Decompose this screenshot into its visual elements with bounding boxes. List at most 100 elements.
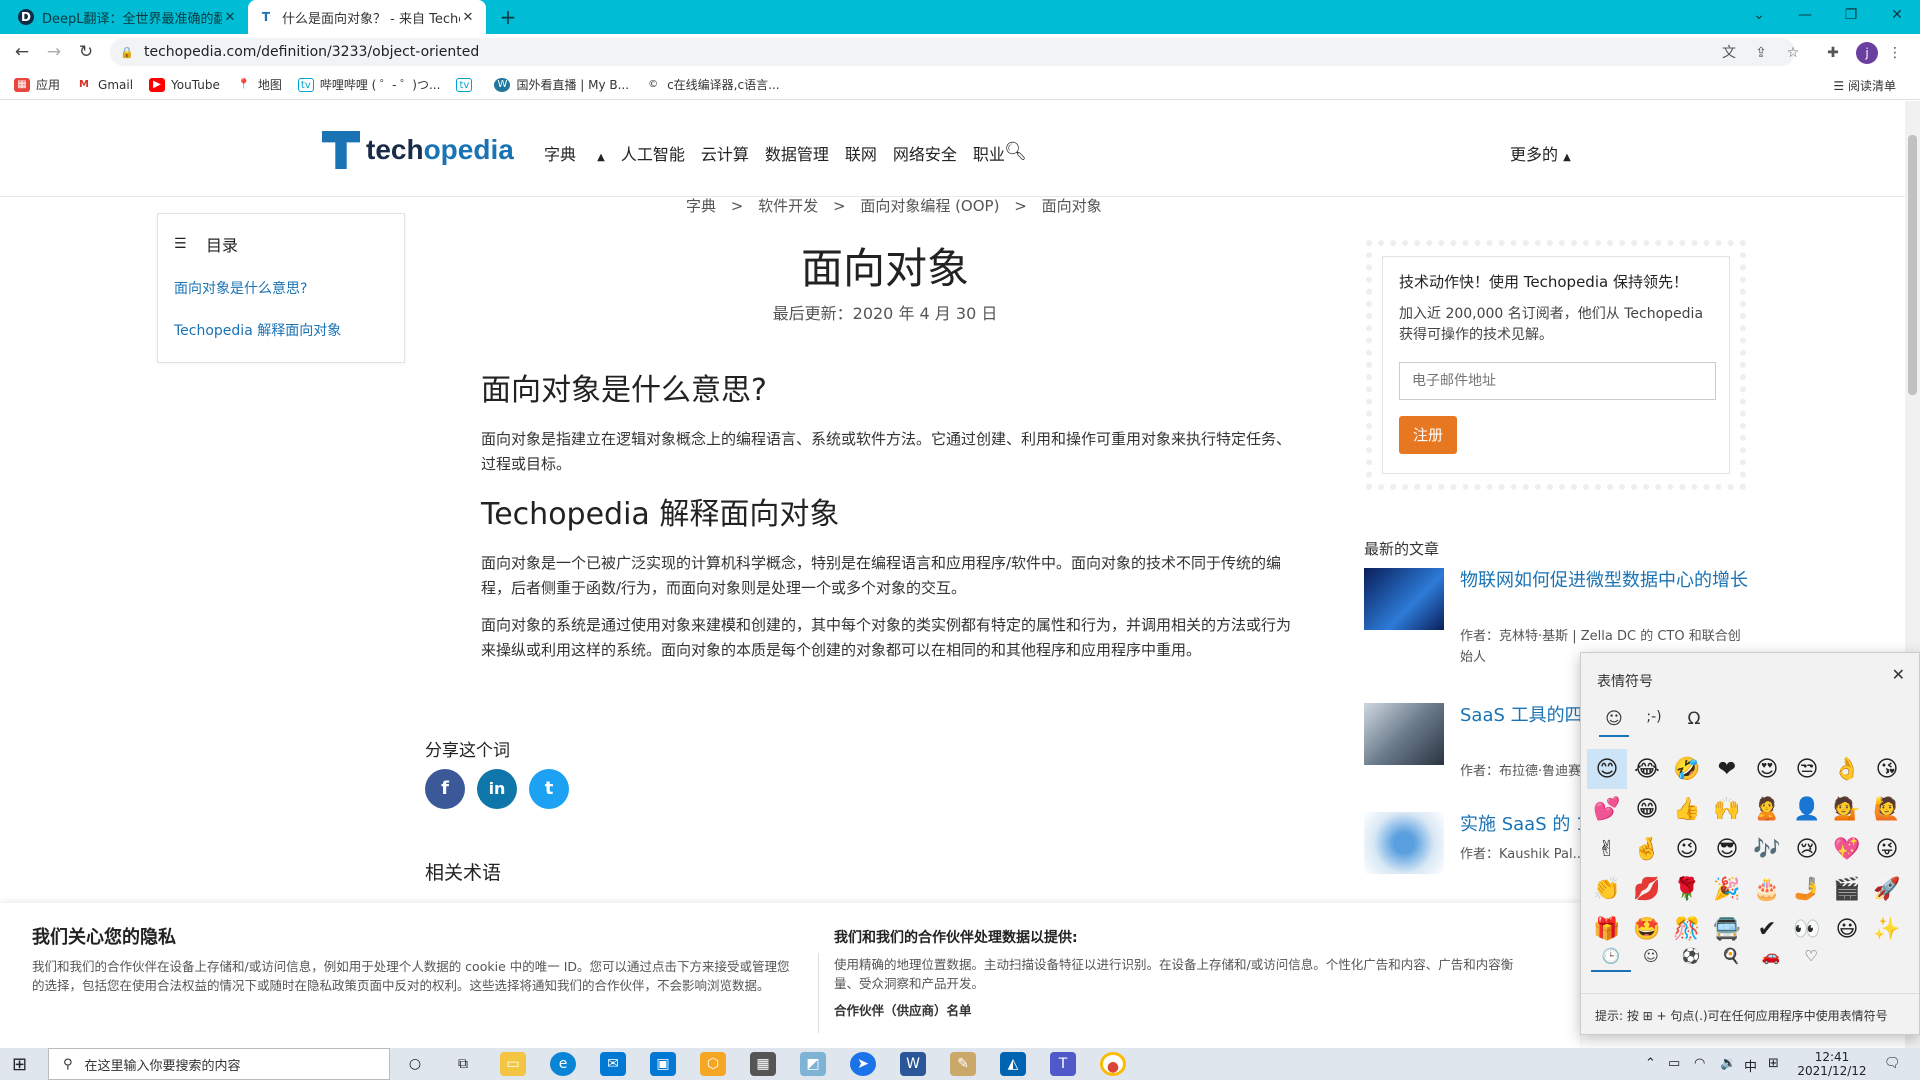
emoji-cell[interactable]: 🚍: [1707, 909, 1747, 949]
emoji-cell[interactable]: 🤳: [1787, 869, 1827, 909]
emoji-cell[interactable]: ❤: [1707, 749, 1747, 789]
bookmark-star-icon[interactable]: ☆: [1782, 42, 1804, 64]
nav-cloud[interactable]: 云计算: [701, 141, 749, 165]
app-icon[interactable]: ⬡: [700, 1052, 726, 1076]
category-recent-icon[interactable]: 🕒: [1591, 947, 1631, 972]
emoji-cell[interactable]: 😁: [1627, 789, 1667, 829]
close-icon[interactable]: ✕: [1892, 665, 1905, 684]
article-title[interactable]: 物联网如何促进微型数据中心的增长: [1460, 568, 1750, 593]
paint-icon[interactable]: ✎: [950, 1052, 976, 1076]
address-bar[interactable]: 🔒 techopedia.com/definition/3233/object-…: [110, 38, 1795, 66]
forward-icon[interactable]: →: [42, 40, 66, 64]
category-food-icon[interactable]: 🍳: [1711, 947, 1751, 972]
keyboard-layout-icon[interactable]: ⊞: [1768, 1056, 1779, 1071]
breadcrumb-oop[interactable]: 面向对象编程 (OOP): [860, 197, 999, 215]
reload-icon[interactable]: ↻: [74, 40, 98, 64]
emoji-cell[interactable]: 😒: [1787, 749, 1827, 789]
search-icon[interactable]: 🔍︎: [1004, 141, 1027, 162]
emoji-cell[interactable]: 💖: [1827, 829, 1867, 869]
emoji-cell[interactable]: 🙌: [1707, 789, 1747, 829]
extensions-icon[interactable]: ✚: [1822, 42, 1844, 64]
techopedia-logo[interactable]: techopedia: [322, 131, 514, 169]
bookmark-live[interactable]: W 国外看直播 | My B...: [494, 76, 629, 93]
emoji-cell[interactable]: 💕: [1587, 789, 1627, 829]
profile-avatar[interactable]: j: [1856, 42, 1878, 64]
back-icon[interactable]: ←: [10, 40, 34, 64]
volume-icon[interactable]: 🔉: [1720, 1056, 1736, 1071]
category-heart-icon[interactable]: ♡: [1791, 947, 1831, 972]
close-window-button[interactable]: ✕: [1874, 0, 1920, 30]
emoji-cell[interactable]: 👤: [1787, 789, 1827, 829]
windows-start-icon[interactable]: ⊞: [12, 1054, 27, 1075]
emoji-cell[interactable]: 😍: [1747, 749, 1787, 789]
facebook-icon[interactable]: f: [425, 769, 465, 809]
mail-icon[interactable]: ✉: [600, 1052, 626, 1076]
toc-link-meaning[interactable]: 面向对象是什么意思?: [174, 278, 388, 298]
bookmark-bilibili[interactable]: tv 哔哩哔哩 ( ゜- ゜)つ...: [297, 76, 440, 93]
reading-list[interactable]: ☰ 阅读清单: [1833, 77, 1896, 94]
teams-icon[interactable]: T: [1050, 1052, 1076, 1076]
emoji-cell[interactable]: ✌: [1587, 829, 1627, 869]
emoji-cell[interactable]: 🚀: [1867, 869, 1907, 909]
emoji-cell[interactable]: 😊: [1587, 749, 1627, 789]
taskbar-clock[interactable]: 12:41 2021/12/12: [1788, 1050, 1876, 1078]
emoji-cell[interactable]: 🎁: [1587, 909, 1627, 949]
restore-button[interactable]: ❐: [1828, 0, 1874, 30]
emoji-cell[interactable]: 👍: [1667, 789, 1707, 829]
word-icon[interactable]: W: [900, 1052, 926, 1076]
tray-chevron-icon[interactable]: ⌃: [1645, 1056, 1656, 1071]
nav-security[interactable]: 网络安全: [893, 141, 957, 165]
emoji-cell[interactable]: 💁: [1827, 789, 1867, 829]
store-icon[interactable]: ▣: [650, 1052, 676, 1076]
bookmark-compiler[interactable]: © c在线编译器,c语言...: [645, 76, 780, 93]
wifi-icon[interactable]: ◠: [1694, 1056, 1705, 1071]
bookmark-maps[interactable]: 📍 地图: [235, 76, 282, 93]
email-field[interactable]: [1399, 362, 1716, 400]
menu-icon[interactable]: ⋮: [1884, 42, 1906, 64]
bookmark-youtube[interactable]: ▶ YouTube: [149, 77, 220, 92]
taskbar-search-input[interactable]: ⚲ 在这里输入你要搜索的内容: [48, 1048, 390, 1080]
more-menu[interactable]: 更多的 ▲: [1510, 141, 1571, 165]
emoji-cell[interactable]: 😜: [1867, 829, 1907, 869]
minimize-button[interactable]: —: [1782, 0, 1828, 30]
emoji-cell[interactable]: 👌: [1827, 749, 1867, 789]
emoji-cell[interactable]: 🤞: [1627, 829, 1667, 869]
cortana-icon[interactable]: ○: [402, 1052, 428, 1076]
emoji-cell[interactable]: 🎉: [1707, 869, 1747, 909]
close-icon[interactable]: ✕: [222, 10, 238, 25]
emoji-cell[interactable]: 😎: [1707, 829, 1747, 869]
emoji-cell[interactable]: ✨: [1867, 909, 1907, 949]
emoji-cell[interactable]: 😢: [1787, 829, 1827, 869]
emoji-cell[interactable]: 🙎: [1747, 789, 1787, 829]
tab-search-icon[interactable]: ⌄: [1736, 0, 1782, 30]
emoji-cell[interactable]: 🤩: [1627, 909, 1667, 949]
tab-emoji[interactable]: ☺: [1599, 709, 1629, 737]
emoji-cell[interactable]: 💋: [1627, 869, 1667, 909]
signup-button[interactable]: 注册: [1399, 416, 1457, 454]
emoji-cell[interactable]: 😘: [1867, 749, 1907, 789]
linkedin-icon[interactable]: in: [477, 769, 517, 809]
vendors-link[interactable]: 合作伙伴（供应商）名单: [834, 1000, 972, 1019]
new-tab-button[interactable]: +: [496, 5, 520, 29]
app-icon[interactable]: ➤: [850, 1052, 876, 1076]
emoji-cell[interactable]: 🙋: [1867, 789, 1907, 829]
tab-symbols[interactable]: Ω: [1679, 709, 1709, 729]
translate-icon[interactable]: 文: [1718, 42, 1740, 64]
emoji-cell[interactable]: 🤣: [1667, 749, 1707, 789]
app-icon[interactable]: ◩: [800, 1052, 826, 1076]
emoji-cell[interactable]: 😃: [1827, 909, 1867, 949]
tab-deepl[interactable]: D DeepL翻译：全世界最准确的翻译 ✕: [8, 0, 248, 34]
nav-careers[interactable]: 职业: [973, 141, 1005, 165]
emoji-cell[interactable]: 😉: [1667, 829, 1707, 869]
category-sports-icon[interactable]: ⚽: [1671, 947, 1711, 972]
nav-data[interactable]: 数据管理: [765, 141, 829, 165]
emoji-cell[interactable]: 🎶: [1747, 829, 1787, 869]
chrome-icon[interactable]: ●: [1100, 1052, 1126, 1076]
bookmark-apps[interactable]: ▦ 应用: [14, 76, 60, 93]
tab-kaomoji[interactable]: ;-): [1639, 709, 1669, 725]
nav-dictionary[interactable]: 字典 ▲: [544, 141, 605, 165]
emoji-cell[interactable]: ✔: [1747, 909, 1787, 949]
tab-techopedia[interactable]: T 什么是面向对象？ - 来自 Techopedia 的定义 ✕: [248, 0, 486, 34]
emoji-cell[interactable]: 🌹: [1667, 869, 1707, 909]
bookmark-gmail[interactable]: M Gmail: [76, 77, 133, 92]
